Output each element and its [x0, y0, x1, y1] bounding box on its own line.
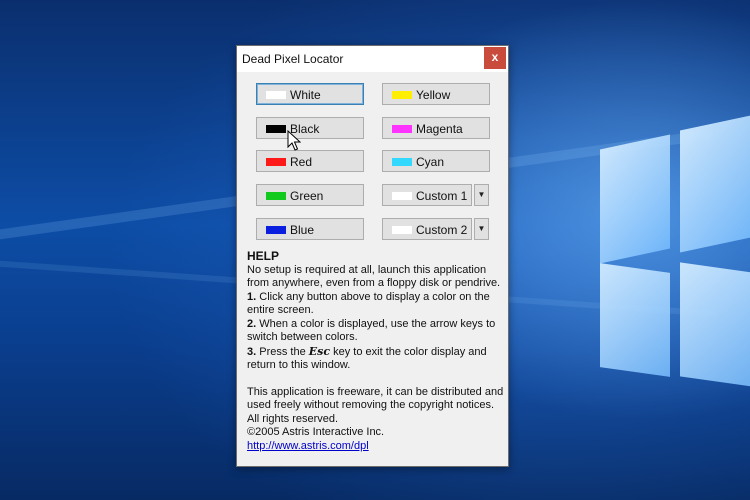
white-button[interactable]: White	[256, 83, 364, 105]
black-button[interactable]: Black	[256, 117, 364, 139]
copyright-text: ©2005 Astris Interactive Inc.	[247, 426, 385, 438]
magenta-button-label: Magenta	[416, 122, 463, 136]
close-button[interactable]: x	[484, 47, 506, 69]
freeware-notice: This application is freeware, it can be …	[247, 385, 504, 425]
custom1-dropdown-button[interactable]: ▼	[474, 184, 489, 206]
custom2-button-label: Custom 2	[416, 223, 468, 237]
custom2-button[interactable]: Custom 2	[382, 218, 472, 240]
red-button-label: Red	[290, 155, 313, 169]
help-heading: HELP	[247, 249, 280, 263]
custom2-swatch	[392, 226, 412, 234]
chevron-down-icon: ▼	[477, 190, 486, 199]
help-section: HELP No setup is required at all, launch…	[247, 249, 505, 454]
dead-pixel-locator-window: Dead Pixel Locator x White Black Red Gre…	[236, 45, 509, 467]
esc-key: Esc	[308, 344, 331, 358]
magenta-swatch	[392, 125, 412, 133]
help-step-3: 3. Press the Esc key to exit the color d…	[247, 344, 487, 372]
chevron-down-icon: ▼	[477, 224, 486, 233]
red-swatch	[266, 158, 286, 166]
yellow-swatch	[392, 91, 412, 99]
green-button[interactable]: Green	[256, 184, 364, 206]
title-bar[interactable]: Dead Pixel Locator x	[237, 46, 508, 72]
custom1-button-label: Custom 1	[416, 189, 468, 203]
green-swatch	[266, 192, 286, 200]
help-step-2: 2. When a color is displayed, use the ar…	[247, 317, 496, 344]
custom2-dropdown-button[interactable]: ▼	[474, 218, 489, 240]
red-button[interactable]: Red	[256, 150, 364, 172]
website-link[interactable]: http://www.astris.com/dpl	[247, 440, 505, 454]
white-button-label: White	[290, 88, 321, 102]
blue-swatch	[266, 226, 286, 234]
yellow-button-label: Yellow	[416, 88, 451, 102]
custom1-swatch	[392, 192, 412, 200]
black-swatch	[266, 125, 286, 133]
white-swatch	[266, 91, 286, 99]
windows-logo	[600, 112, 750, 392]
cyan-swatch	[392, 158, 412, 166]
cyan-button-label: Cyan	[416, 155, 445, 169]
window-title: Dead Pixel Locator	[242, 52, 344, 66]
blue-button-label: Blue	[290, 223, 315, 237]
yellow-button[interactable]: Yellow	[382, 83, 490, 105]
green-button-label: Green	[290, 189, 324, 203]
help-step-1: 1. Click any button above to display a c…	[247, 290, 490, 317]
blue-button[interactable]: Blue	[256, 218, 364, 240]
magenta-button[interactable]: Magenta	[382, 117, 490, 139]
cyan-button[interactable]: Cyan	[382, 150, 490, 172]
mouse-cursor-icon	[287, 130, 301, 151]
help-intro: No setup is required at all, launch this…	[247, 263, 501, 290]
custom1-button[interactable]: Custom 1	[382, 184, 472, 206]
